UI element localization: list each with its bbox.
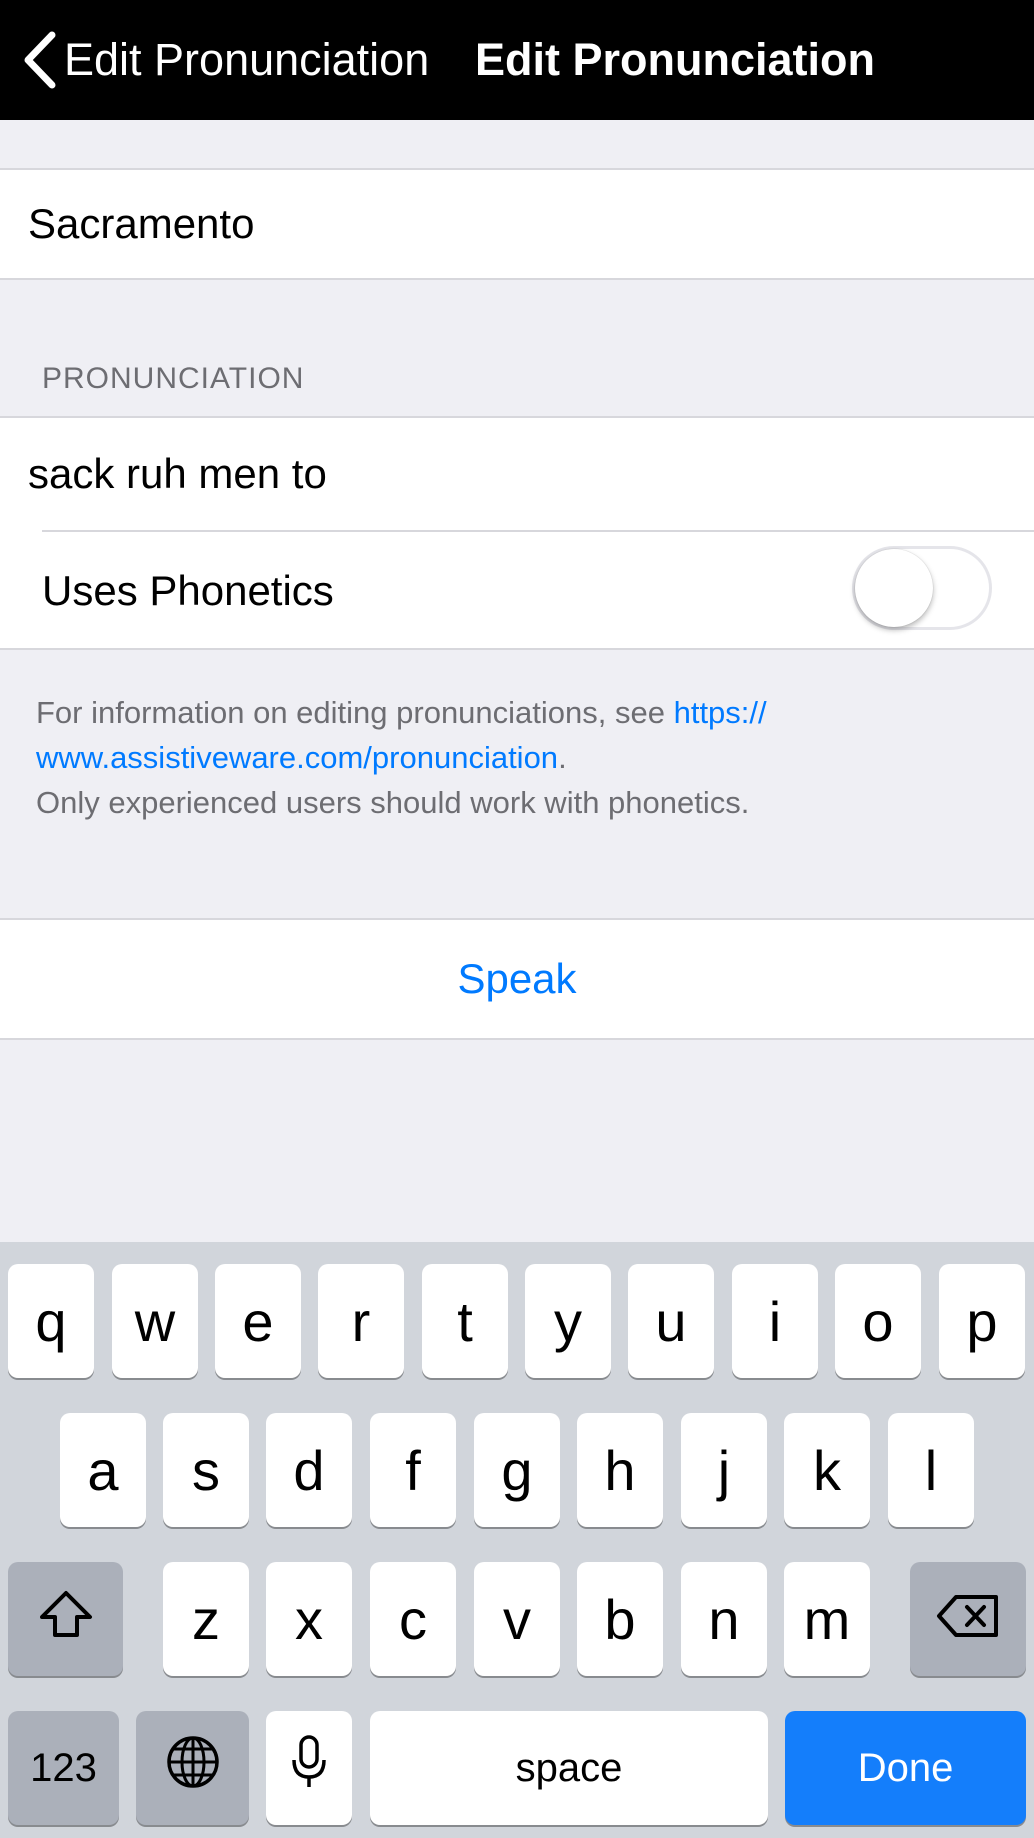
key-l[interactable]: l [888, 1413, 974, 1527]
key-f[interactable]: f [370, 1413, 456, 1527]
key-s[interactable]: s [163, 1413, 249, 1527]
keyboard: q w e r t y u i o p a s d f g h j k l z … [0, 1242, 1034, 1838]
delete-icon [936, 1587, 1000, 1652]
key-m[interactable]: m [784, 1562, 870, 1676]
microphone-icon [289, 1733, 329, 1804]
key-v[interactable]: v [474, 1562, 560, 1676]
info-period: . [558, 740, 567, 775]
uses-phonetics-toggle[interactable] [852, 546, 992, 630]
pronunciation-section-header: PRONUNCIATION [42, 362, 305, 395]
info-text-start: For information on editing pronunciation… [36, 695, 674, 730]
speak-button-label: Speak [457, 955, 577, 1002]
navigation-bar: Edit Pronunciation Edit Pronunciation [0, 0, 1034, 120]
back-button-label: Edit Pronunciation [64, 34, 430, 85]
key-i[interactable]: i [732, 1264, 818, 1378]
word-row [0, 168, 1034, 280]
pronunciation-input[interactable] [28, 418, 988, 530]
key-c[interactable]: c [370, 1562, 456, 1676]
key-b[interactable]: b [577, 1562, 663, 1676]
key-g[interactable]: g [474, 1413, 560, 1527]
delete-key[interactable] [910, 1562, 1026, 1676]
phonetics-warning-text: Only experienced users should work with … [36, 785, 750, 820]
pronunciation-link-part1[interactable]: https:// [674, 695, 767, 730]
key-n[interactable]: n [681, 1562, 767, 1676]
key-r[interactable]: r [318, 1264, 404, 1378]
shift-key[interactable] [8, 1562, 123, 1676]
key-j[interactable]: j [681, 1413, 767, 1527]
page-title: Edit Pronunciation [475, 34, 875, 85]
key-q[interactable]: q [8, 1264, 94, 1378]
microphone-key[interactable] [266, 1711, 352, 1825]
toggle-knob [855, 549, 933, 627]
pronunciation-link-part2[interactable]: www.assistiveware.com/pronunciation [36, 740, 558, 775]
key-e[interactable]: e [215, 1264, 301, 1378]
key-d[interactable]: d [266, 1413, 352, 1527]
word-input[interactable] [28, 170, 988, 278]
key-o[interactable]: o [835, 1264, 921, 1378]
globe-key[interactable] [136, 1711, 249, 1825]
pronunciation-info-text: For information on editing pronunciation… [36, 690, 996, 825]
key-h[interactable]: h [577, 1413, 663, 1527]
key-z[interactable]: z [163, 1562, 249, 1676]
key-t[interactable]: t [422, 1264, 508, 1378]
uses-phonetics-label: Uses Phonetics [42, 567, 334, 614]
key-a[interactable]: a [60, 1413, 146, 1527]
key-y[interactable]: y [525, 1264, 611, 1378]
chevron-left-icon [22, 31, 56, 89]
shift-icon [38, 1587, 94, 1652]
key-k[interactable]: k [784, 1413, 870, 1527]
numbers-key[interactable]: 123 [8, 1711, 119, 1825]
key-x[interactable]: x [266, 1562, 352, 1676]
key-u[interactable]: u [628, 1264, 714, 1378]
done-key[interactable]: Done [785, 1711, 1026, 1825]
globe-icon [165, 1734, 221, 1803]
back-button[interactable]: Edit Pronunciation [22, 0, 429, 120]
space-key[interactable]: space [370, 1711, 768, 1825]
speak-button[interactable]: Speak [0, 918, 1034, 1040]
key-w[interactable]: w [112, 1264, 198, 1378]
key-p[interactable]: p [939, 1264, 1025, 1378]
